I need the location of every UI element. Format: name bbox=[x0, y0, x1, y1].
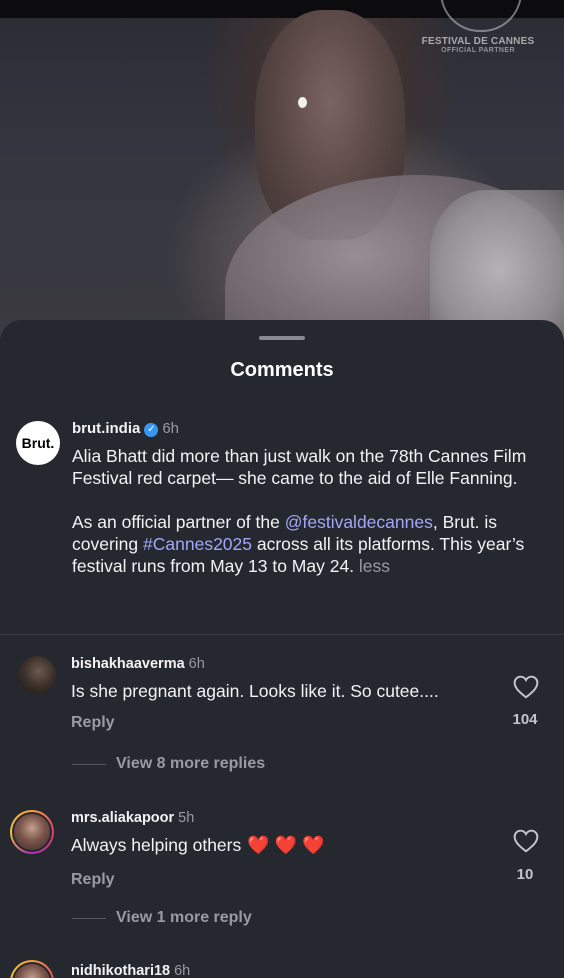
watermark-subtitle: OFFICIAL PARTNER bbox=[441, 47, 515, 54]
caption-text: Alia Bhatt did more than just walk on th… bbox=[72, 445, 552, 577]
avatar-image bbox=[12, 962, 52, 978]
reply-button[interactable]: Reply bbox=[71, 714, 115, 732]
caption-text-part: As an official partner of the bbox=[72, 512, 285, 532]
avatar[interactable]: Brut. bbox=[16, 421, 60, 465]
avatar-image bbox=[12, 812, 52, 852]
sheet-drag-handle[interactable] bbox=[259, 336, 305, 340]
comment-text-body: Always helping others bbox=[71, 835, 242, 855]
avatar[interactable] bbox=[10, 810, 54, 854]
comment-username[interactable]: nidhikothari18 bbox=[71, 963, 170, 978]
caption-header: brut.india ✓ 6h bbox=[72, 420, 179, 438]
comment-text: Is she pregnant again. Looks like it. So… bbox=[71, 681, 439, 701]
video-subject-earring bbox=[298, 97, 307, 108]
video-player[interactable]: FESTIVAL DE CANNES OFFICIAL PARTNER bbox=[0, 0, 564, 340]
comment-header: mrs.aliakapoor 5h bbox=[71, 810, 194, 826]
caption-paragraph-1: Alia Bhatt did more than just walk on th… bbox=[72, 446, 527, 488]
sheet-title: Comments bbox=[230, 359, 334, 381]
view-replies-label: View 1 more reply bbox=[116, 909, 252, 926]
caption-username[interactable]: brut.india bbox=[72, 420, 140, 437]
hashtag-link[interactable]: #Cannes2025 bbox=[143, 534, 252, 554]
avatar-label: Brut. bbox=[21, 435, 55, 451]
cannes-logo-icon bbox=[440, 0, 522, 32]
comments-sheet: Comments Brut. brut.india ✓ 6h Alia Bhatt … bbox=[0, 320, 564, 978]
avatar[interactable] bbox=[18, 656, 56, 694]
comment-time: 5h bbox=[178, 810, 195, 826]
comment-header: nidhikothari18 6h bbox=[71, 963, 190, 978]
view-replies-button[interactable]: View 8 more replies bbox=[72, 754, 265, 774]
like-count: 10 bbox=[516, 866, 534, 883]
comment-username[interactable]: bishakhaaverma bbox=[71, 656, 185, 672]
caption-divider bbox=[0, 634, 564, 635]
red-heart-emoji-icon: ❤️ ❤️ ❤️ bbox=[247, 835, 325, 855]
watermark-title: FESTIVAL DE CANNES bbox=[421, 36, 535, 47]
heart-icon[interactable] bbox=[513, 675, 539, 699]
comment-time: 6h bbox=[174, 963, 191, 978]
comment-username[interactable]: mrs.aliakapoor bbox=[71, 810, 174, 826]
view-replies-button[interactable]: View 1 more reply bbox=[72, 908, 252, 928]
divider-line bbox=[72, 917, 106, 919]
video-subject-dress bbox=[430, 190, 564, 340]
comment-header: bishakhaaverma 6h bbox=[71, 656, 205, 672]
like-count: 104 bbox=[512, 711, 538, 728]
less-button[interactable]: less bbox=[359, 556, 390, 576]
verified-badge-icon: ✓ bbox=[144, 423, 159, 437]
divider-line bbox=[72, 763, 106, 765]
comment-time: 6h bbox=[188, 656, 205, 672]
caption-paragraph-2: As an official partner of the @festivald… bbox=[72, 511, 552, 577]
comment-text: Always helping others ❤️ ❤️ ❤️ bbox=[71, 835, 324, 856]
avatar[interactable] bbox=[10, 960, 54, 978]
heart-icon[interactable] bbox=[513, 829, 539, 853]
mention-link[interactable]: @festivaldecannes bbox=[285, 512, 433, 532]
view-replies-label: View 8 more replies bbox=[116, 755, 266, 772]
caption-time: 6h bbox=[162, 420, 180, 437]
reply-button[interactable]: Reply bbox=[71, 871, 115, 889]
